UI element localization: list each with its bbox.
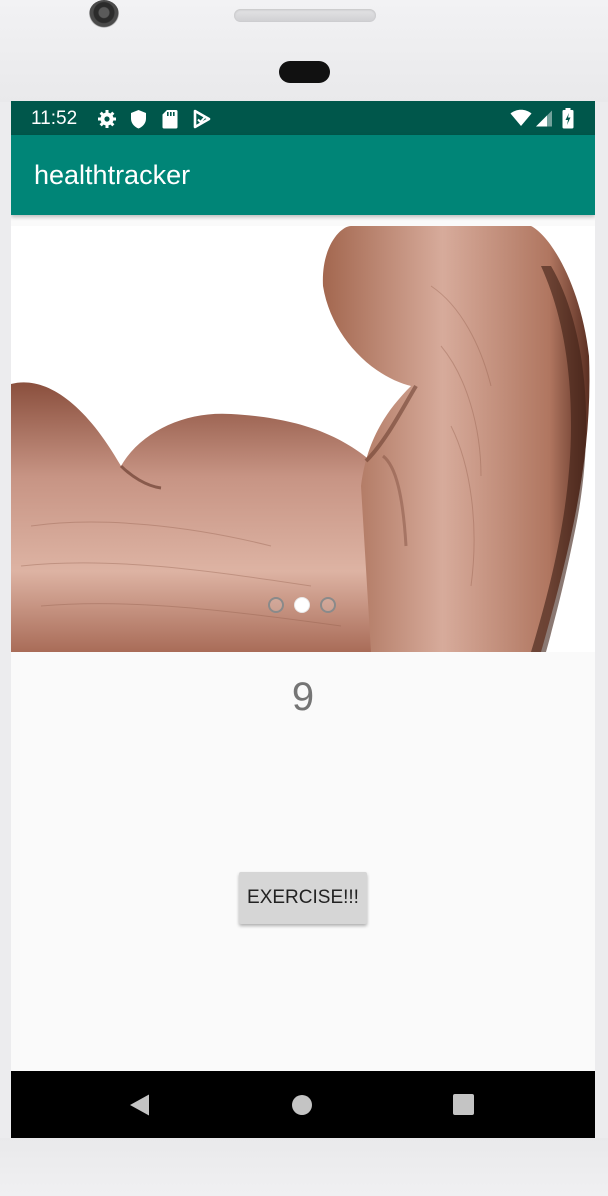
recents-icon[interactable] (453, 1094, 474, 1115)
app-title: healthtracker (34, 160, 191, 190)
bicep-image (11, 226, 595, 652)
device-screen: 11:52 healthtracker 9 EXERCISE!!! (11, 101, 595, 1138)
phone-frame-bottom (0, 1138, 608, 1196)
cell-signal-icon (535, 110, 553, 132)
carousel-indicator-3[interactable] (320, 597, 336, 613)
sd-card-icon (162, 109, 178, 134)
exercise-button[interactable]: EXERCISE!!! (239, 872, 367, 924)
play-protect-icon (193, 109, 211, 134)
phone-frame-top (0, 0, 608, 102)
battery-icon (562, 108, 574, 134)
shield-icon (130, 109, 147, 134)
navigation-bar (11, 1071, 595, 1138)
front-camera (89, 0, 119, 28)
wifi-icon (510, 109, 532, 132)
carousel-indicator-1[interactable] (268, 597, 284, 613)
app-bar: healthtracker (11, 135, 595, 215)
proximity-sensor (279, 61, 330, 83)
home-icon[interactable] (292, 1095, 312, 1115)
back-icon[interactable] (128, 1093, 152, 1122)
earpiece-speaker (234, 9, 376, 22)
status-bar: 11:52 (11, 101, 595, 135)
status-time: 11:52 (31, 108, 78, 129)
image-carousel[interactable] (11, 226, 595, 652)
carousel-indicator-2[interactable] (294, 597, 310, 613)
exercise-counter: 9 (291, 675, 315, 719)
settings-icon (97, 109, 117, 134)
